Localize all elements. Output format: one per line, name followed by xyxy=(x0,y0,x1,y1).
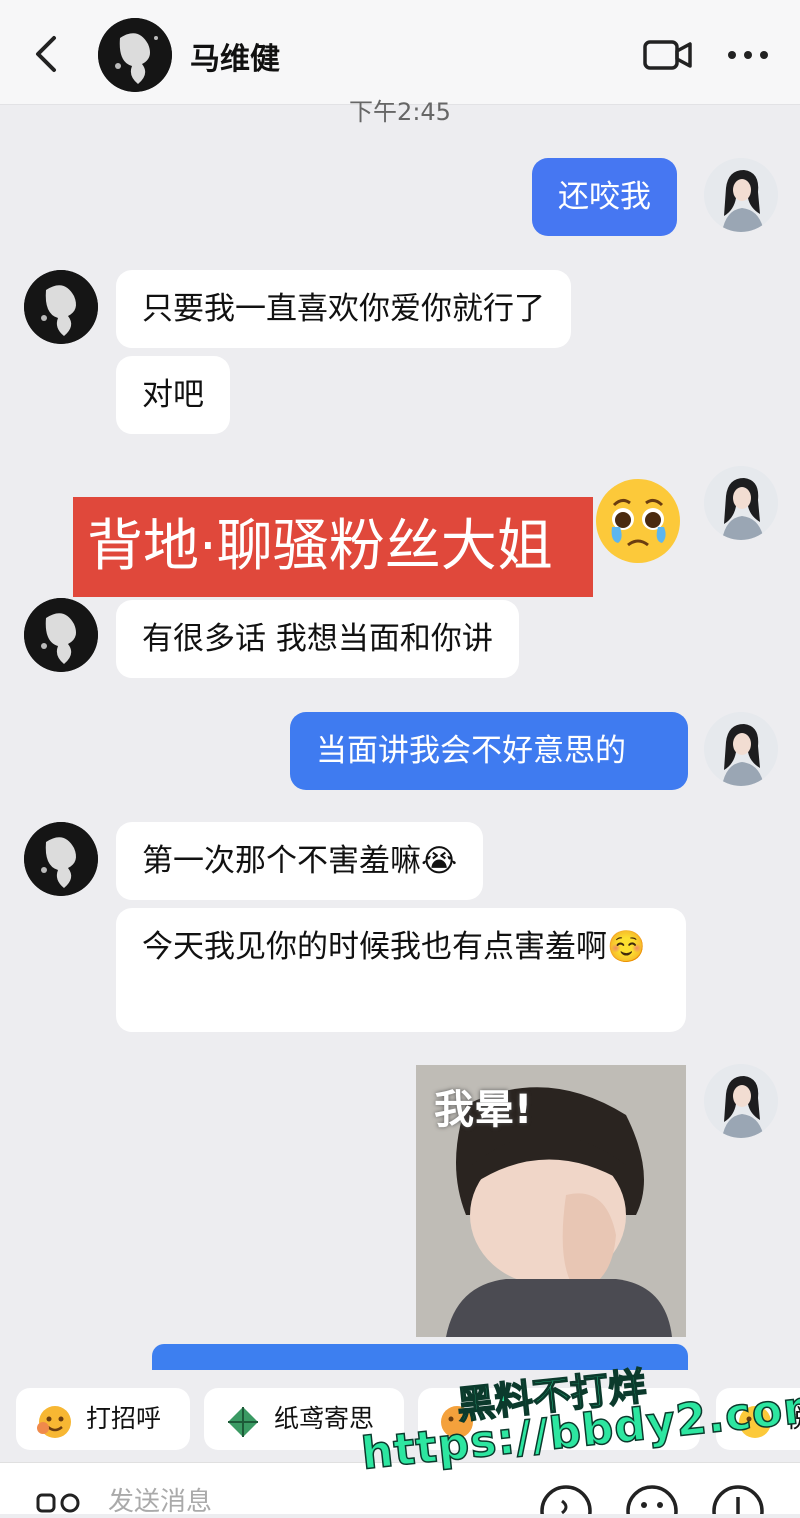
quick-reply-greet[interactable]: 打招呼 xyxy=(16,1388,190,1450)
apps-grid-icon[interactable] xyxy=(36,1491,84,1514)
more-dots-icon[interactable] xyxy=(726,38,770,72)
emoji-icon xyxy=(736,1401,774,1438)
plus-icon[interactable] xyxy=(710,1483,766,1514)
message-bubble-out[interactable]: 当面讲我会不好意思的 xyxy=(290,712,688,790)
video-camera-icon[interactable] xyxy=(642,36,694,74)
contact-avatar[interactable] xyxy=(24,270,98,344)
contact-avatar[interactable] xyxy=(24,822,98,896)
quick-reply-chip[interactable]: 悦 xyxy=(716,1388,800,1450)
kite-icon xyxy=(224,1401,262,1437)
message-timestamp: 下午2:45 xyxy=(349,98,451,126)
pleading-face-emoji-icon xyxy=(592,475,684,567)
message-input-bar: 发送消息 xyxy=(0,1462,800,1517)
message-bubble-out[interactable] xyxy=(152,1344,688,1370)
back-icon[interactable] xyxy=(28,32,68,76)
message-bubble-in[interactable]: 今天我见你的时候我也有点害羞啊☺️ xyxy=(116,908,686,1032)
my-avatar[interactable] xyxy=(704,158,778,232)
my-avatar[interactable] xyxy=(704,1064,778,1138)
quick-reply-chip[interactable] xyxy=(418,1388,700,1450)
message-bubble-in[interactable]: 对吧 xyxy=(116,356,230,434)
quick-reply-label: 悦 xyxy=(786,1404,800,1433)
message-bubble-in[interactable]: 有很多话 我想当面和你讲 xyxy=(116,600,519,678)
quick-reply-label: 纸鸢寄思 xyxy=(274,1404,375,1433)
contact-avatar[interactable] xyxy=(24,598,98,672)
my-avatar[interactable] xyxy=(704,466,778,540)
overlay-banner: 背地·聊骚粉丝大姐 xyxy=(73,497,593,597)
sticker-image[interactable]: 我晕! xyxy=(416,1065,686,1337)
contact-avatar[interactable] xyxy=(98,18,172,92)
page-title: 马维健 xyxy=(190,42,280,77)
voice-icon[interactable] xyxy=(538,1483,594,1514)
emoji-icon[interactable] xyxy=(624,1483,680,1514)
quick-reply-row: 打招呼 纸鸢寄思 悦 xyxy=(0,1376,800,1462)
my-avatar[interactable] xyxy=(704,712,778,786)
message-bubble-out[interactable]: 还咬我 xyxy=(532,158,677,236)
sticker-caption: 我晕! xyxy=(434,1087,533,1133)
message-bubble-in[interactable]: 第一次那个不害羞嘛😭 xyxy=(116,822,484,900)
quick-reply-label: 打招呼 xyxy=(86,1404,162,1433)
message-bubble-in[interactable]: 只要我一直喜欢你爱你就行了 xyxy=(116,270,571,348)
wave-emoji-icon xyxy=(36,1401,74,1438)
chat-header: 马维健 xyxy=(0,0,800,105)
emoji-icon xyxy=(438,1401,476,1438)
quick-reply-kite[interactable]: 纸鸢寄思 xyxy=(204,1388,404,1450)
message-input[interactable]: 发送消息 xyxy=(108,1481,212,1518)
